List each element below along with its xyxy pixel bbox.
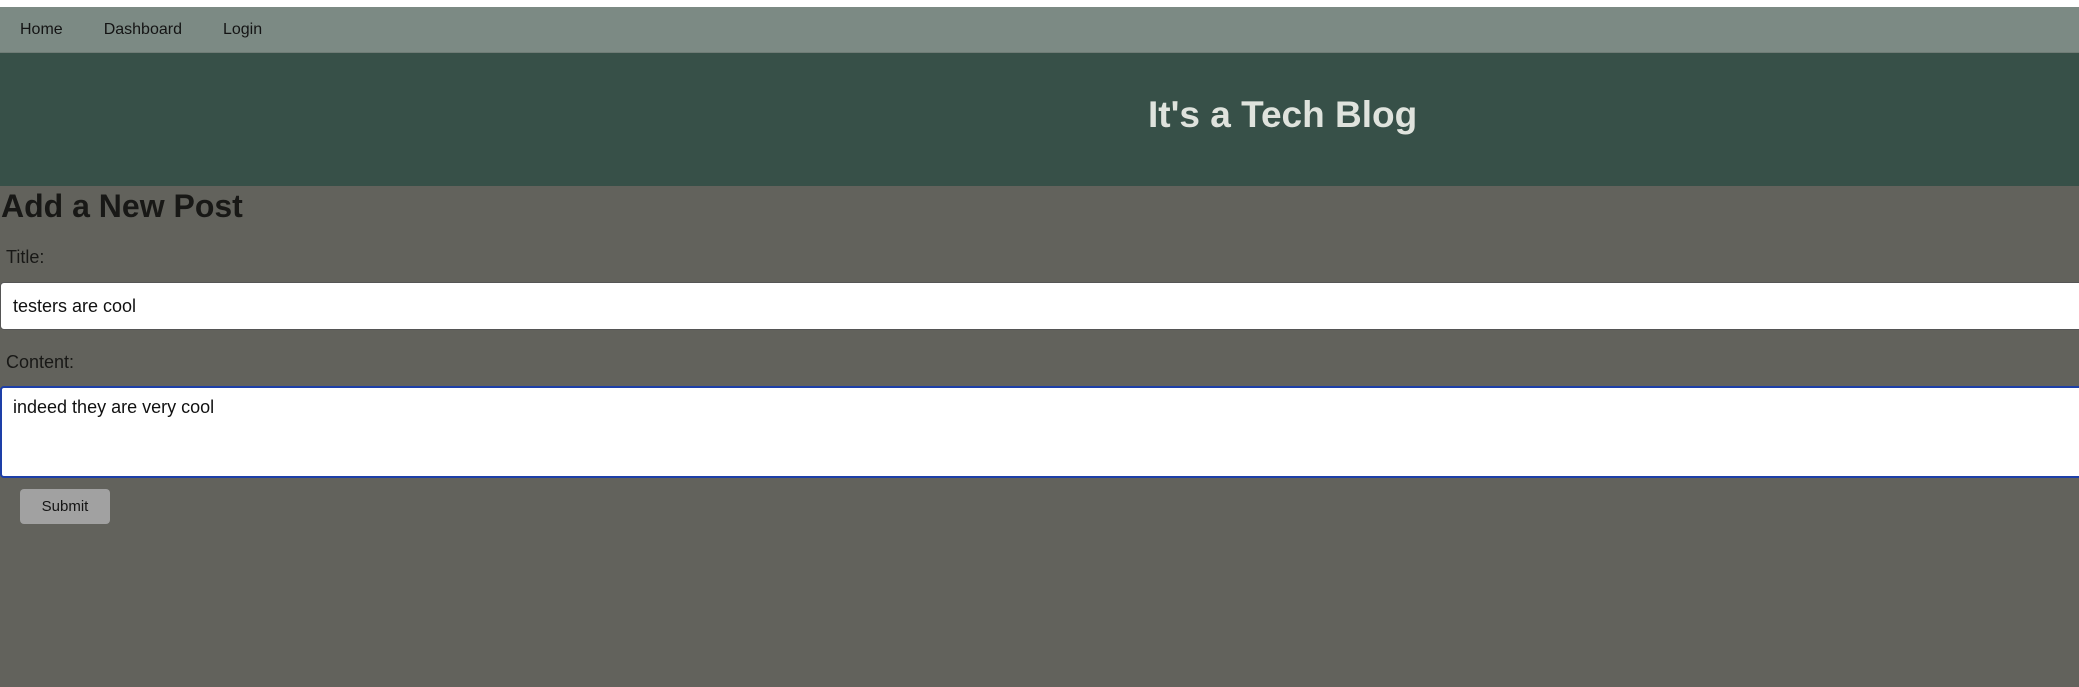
submit-button[interactable]: Submit — [20, 489, 110, 524]
nav-item-home[interactable]: Home — [20, 21, 63, 39]
site-title: It's a Tech Blog — [1148, 94, 1418, 135]
content-textarea[interactable]: indeed they are very cool — [0, 386, 2079, 478]
page: Home Dashboard Login It's a Tech Blog Ad… — [0, 0, 2079, 687]
title-input[interactable] — [0, 282, 2079, 330]
page-title: Add a New Post — [1, 188, 243, 224]
content-label: Content: — [6, 352, 75, 372]
top-nav: Home Dashboard Login — [0, 7, 2079, 53]
top-strip — [0, 0, 2079, 7]
nav-item-dashboard[interactable]: Dashboard — [104, 21, 182, 39]
nav-item-login[interactable]: Login — [223, 21, 262, 39]
title-label: Title: — [6, 247, 45, 267]
site-header — [0, 53, 2079, 186]
